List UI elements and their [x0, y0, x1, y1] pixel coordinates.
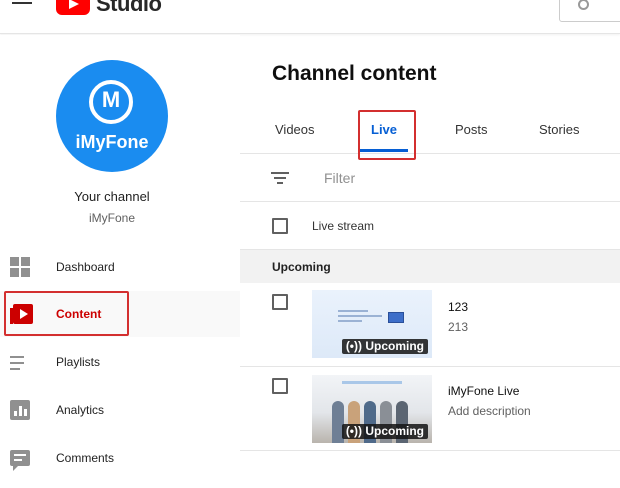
row-checkbox[interactable] [272, 294, 288, 310]
table-row[interactable]: (•)) Upcoming iMyFone Live Add descripti… [240, 367, 620, 451]
sidebar-item-comments[interactable]: Comments [0, 435, 240, 481]
video-title[interactable]: 123 [448, 300, 468, 314]
channel-name: iMyFone [88, 211, 135, 225]
studio-logo[interactable]: Studio [56, 0, 162, 16]
analytics-icon [10, 400, 30, 420]
live-tab-highlight-box [358, 110, 416, 160]
section-header: Upcoming [240, 250, 620, 283]
avatar-brand-text: iMyFone [75, 132, 149, 152]
dashboard-icon [10, 257, 30, 277]
video-thumbnail[interactable]: (•)) Upcoming [312, 290, 432, 358]
sidebar-item-label: Analytics [56, 403, 105, 417]
sidebar-item-analytics[interactable]: Analytics [0, 387, 240, 433]
thumbnail-graphic [342, 381, 402, 384]
your-channel-label: Your channel [74, 189, 150, 204]
channel-avatar[interactable]: iMyFone [56, 60, 168, 172]
column-header-live-stream[interactable]: Live stream [312, 219, 374, 233]
filter-bar: Filter [240, 154, 620, 202]
content-tabs: Videos Live Posts Stories [240, 110, 620, 154]
thumbnail-graphic [338, 310, 388, 324]
laptop-icon [388, 312, 404, 323]
sidebar-item-label: Dashboard [56, 260, 115, 274]
page-title: Channel content [272, 62, 437, 85]
filter-icon[interactable] [271, 172, 289, 184]
section-label-upcoming: Upcoming [272, 260, 331, 274]
hamburger-menu-icon[interactable] [12, 0, 32, 10]
studio-logo-text: Studio [96, 0, 162, 16]
content-highlight-box [4, 291, 129, 336]
upcoming-badge: (•)) Upcoming [341, 424, 428, 439]
video-title[interactable]: iMyFone Live [448, 384, 519, 398]
sidebar: iMyFone Your channel iMyFone Dashboard C… [0, 35, 240, 488]
tab-posts[interactable]: Posts [455, 122, 488, 137]
row-checkbox[interactable] [272, 378, 288, 394]
video-thumbnail[interactable]: (•)) Upcoming [312, 375, 432, 443]
filter-input[interactable]: Filter [324, 170, 355, 186]
playlists-icon [10, 356, 30, 370]
tab-videos[interactable]: Videos [275, 122, 315, 137]
imyfone-logo-icon [89, 80, 133, 124]
sidebar-item-playlists[interactable]: Playlists [0, 339, 240, 385]
search-input[interactable] [559, 0, 620, 22]
tab-stories[interactable]: Stories [539, 122, 579, 137]
sidebar-item-label: Playlists [56, 355, 101, 369]
upcoming-badge: (•)) Upcoming [341, 339, 428, 354]
youtube-play-icon [56, 0, 90, 15]
main-content: Channel content Videos Live Posts Storie… [240, 35, 620, 488]
select-all-checkbox[interactable] [272, 218, 288, 234]
sidebar-item-label: Comments [56, 451, 115, 465]
video-description: 213 [448, 320, 469, 334]
search-icon [578, 0, 589, 10]
sidebar-item-dashboard[interactable]: Dashboard [0, 244, 240, 290]
table-row[interactable]: (•)) Upcoming 123 213 [240, 283, 620, 367]
video-description[interactable]: Add description [448, 404, 531, 418]
comments-icon [10, 450, 30, 471]
table-header: Live stream [240, 202, 620, 250]
top-bar: Studio [0, 0, 620, 34]
